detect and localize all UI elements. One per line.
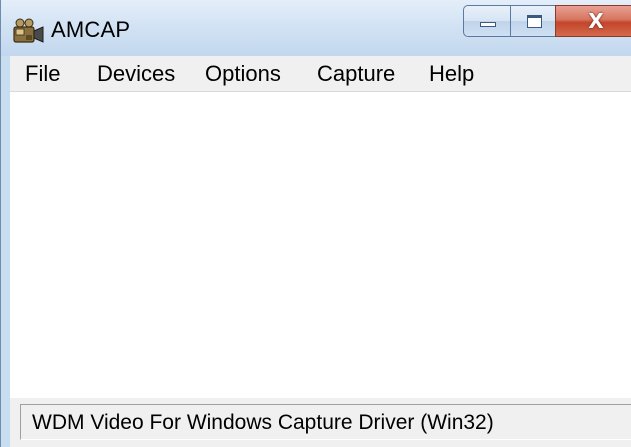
maximize-button[interactable] bbox=[510, 5, 556, 37]
menu-bar: File Devices Options Capture Help bbox=[10, 56, 631, 92]
camera-icon bbox=[13, 18, 45, 46]
maximize-icon bbox=[527, 15, 542, 28]
minimize-icon bbox=[480, 22, 496, 27]
close-icon: X bbox=[588, 9, 604, 33]
menu-capture[interactable]: Capture bbox=[317, 59, 395, 89]
menu-devices[interactable]: Devices bbox=[97, 59, 175, 89]
menu-file[interactable]: File bbox=[25, 59, 60, 89]
title-bar[interactable]: AMCAP X bbox=[1, 0, 631, 56]
close-button[interactable]: X bbox=[555, 5, 631, 37]
amcap-window: AMCAP X File Devices Options Capture Hel… bbox=[0, 0, 631, 447]
video-preview-area[interactable] bbox=[10, 92, 631, 398]
status-text: WDM Video For Windows Capture Driver (Wi… bbox=[32, 411, 494, 434]
window-title: AMCAP bbox=[51, 17, 131, 42]
menu-options[interactable]: Options bbox=[205, 59, 281, 89]
caption-buttons: X bbox=[463, 5, 631, 39]
status-panel: WDM Video For Windows Capture Driver (Wi… bbox=[20, 404, 631, 440]
menu-help[interactable]: Help bbox=[429, 59, 474, 89]
minimize-button[interactable] bbox=[463, 5, 511, 37]
